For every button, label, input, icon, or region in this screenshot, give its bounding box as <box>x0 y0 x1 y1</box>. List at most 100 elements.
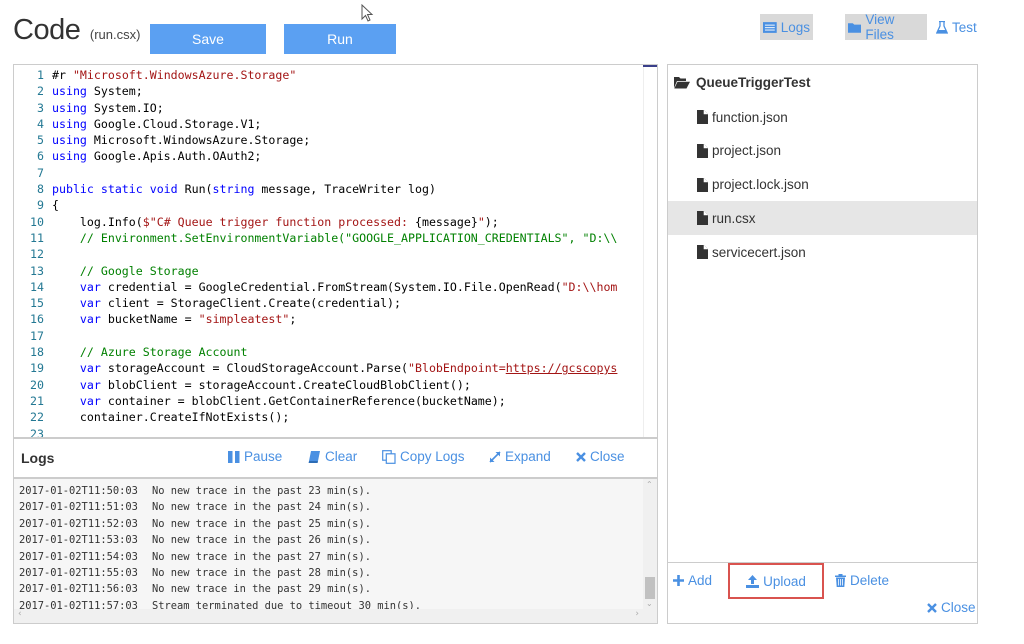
code-token: message, TraceWriter log) <box>254 182 436 197</box>
mouse-cursor-icon <box>361 4 374 22</box>
file-name: servicecert.json <box>712 244 806 260</box>
file-explorer: QueueTriggerTest function.json project.js… <box>667 64 978 624</box>
logs-toggle[interactable]: Logs <box>760 14 813 40</box>
code-token: ); <box>484 214 499 229</box>
line-number: 20 <box>30 377 44 392</box>
logs-output[interactable]: 2017-01-02T11:50:03 No new trace in the p… <box>13 478 658 624</box>
code-line[interactable]: 16 var bucketName = "simpleatest"; <box>14 311 617 327</box>
line-number: 15 <box>30 296 44 311</box>
line-text: log.Info($"C# Queue trigger function pro… <box>52 214 499 230</box>
line-text: var bucketName = "simpleatest"; <box>52 311 296 327</box>
delete-file-button[interactable]: Delete <box>835 573 889 588</box>
scroll-left-icon[interactable]: ‹ <box>18 609 22 619</box>
log-timestamp: 2017-01-02T11:55:03 <box>19 567 138 580</box>
code-line[interactable]: 1 #r "Microsoft.WindowsAzure.Storage" <box>14 67 617 83</box>
logs-icon <box>763 21 777 33</box>
code-line[interactable]: 5 using Microsoft.WindowsAzure.Storage; <box>14 132 617 148</box>
clear-button[interactable]: Clear <box>308 449 357 464</box>
code-line[interactable]: 2 using System; <box>14 83 617 99</box>
scroll-up-icon[interactable]: ⌃ <box>646 480 653 489</box>
log-timestamp: 2017-01-02T11:52:03 <box>19 517 138 530</box>
file-item[interactable]: servicecert.json <box>668 235 977 269</box>
save-button[interactable]: Save <box>150 24 266 54</box>
upload-button[interactable]: Upload <box>728 563 824 599</box>
code-line[interactable]: 14 var credential = GoogleCredential.Fro… <box>14 279 617 295</box>
code-line[interactable]: 20 var blobClient = storageAccount.Creat… <box>14 377 617 393</box>
pause-button[interactable]: Pause <box>228 449 282 464</box>
code-line[interactable]: 17 <box>14 328 617 344</box>
code-token: var <box>52 279 101 294</box>
code-line[interactable]: 10 log.Info($"C# Queue trigger function … <box>14 214 617 230</box>
code-line[interactable]: 15 var client = StorageClient.Create(cre… <box>14 295 617 311</box>
code-line[interactable]: 9{ <box>14 197 617 213</box>
close-files-button[interactable]: Close <box>927 600 976 615</box>
plus-icon <box>673 575 684 586</box>
code-token: {message} <box>414 214 478 229</box>
code-token: "simpleatest" <box>198 312 290 327</box>
log-lines: 2017-01-02T11:50:03 No new trace in the p… <box>19 483 421 614</box>
log-message: No new trace in the past 25 min(s). <box>152 517 371 530</box>
code-line[interactable]: 3 using System.IO; <box>14 100 617 116</box>
line-text: var client = StorageClient.Create(creden… <box>52 295 401 311</box>
code-line[interactable]: 19 var storageAccount = CloudStorageAcco… <box>14 360 617 376</box>
scroll-down-icon[interactable]: ⌄ <box>646 599 653 608</box>
add-file-button[interactable]: Add <box>673 573 712 588</box>
close-icon <box>576 451 586 462</box>
code-token: { <box>52 198 59 213</box>
folder-node[interactable]: QueueTriggerTest <box>674 75 811 90</box>
code-line[interactable]: 8 public static void Run(string message, … <box>14 181 617 197</box>
flask-icon <box>936 20 948 34</box>
line-text: var storageAccount = CloudStorageAccount… <box>52 360 618 376</box>
code-token: var <box>52 361 101 376</box>
file-item[interactable]: run.csx <box>668 201 977 236</box>
code-token: using <box>52 116 87 131</box>
line-text: var blobClient = storageAccount.CreateCl… <box>52 377 471 393</box>
file-name: project.lock.json <box>712 177 809 193</box>
logs-scroll-thumb[interactable] <box>645 577 655 599</box>
code-token: container = blobClient.GetContainerRefer… <box>100 393 506 408</box>
log-message: No new trace in the past 26 min(s). <box>152 534 371 547</box>
file-name: run.csx <box>712 210 756 226</box>
code-content[interactable]: 1 #r "Microsoft.WindowsAzure.Storage" 2 usi… <box>14 67 617 437</box>
code-editor[interactable]: 1 #r "Microsoft.WindowsAzure.Storage" 2 usi… <box>13 64 658 438</box>
file-item[interactable]: function.json <box>668 100 977 134</box>
folder-open-icon <box>674 77 690 89</box>
code-line[interactable]: 11 // Environment.SetEnvironmentVariable… <box>14 230 617 246</box>
line-number: 22 <box>30 410 44 425</box>
code-token: https://gcscopys <box>505 361 618 376</box>
test-label: Test <box>952 19 977 35</box>
editor-scrollbar[interactable] <box>643 67 657 437</box>
test-toggle[interactable]: Test <box>933 14 983 40</box>
run-button[interactable]: Run <box>284 24 396 54</box>
file-name: function.json <box>712 109 788 125</box>
code-token: storageAccount = CloudStorageAccount.Par… <box>100 361 408 376</box>
code-line[interactable]: 13 // Google Storage <box>14 263 617 279</box>
code-line[interactable]: 23 <box>14 426 617 437</box>
file-item[interactable]: project.lock.json <box>668 168 977 202</box>
code-line[interactable]: 18 // Azure Storage Account <box>14 344 617 360</box>
code-token: Run( <box>177 182 213 197</box>
scroll-right-icon[interactable]: › <box>635 609 639 619</box>
close-logs-button[interactable]: Close <box>576 449 625 464</box>
logs-horizontal-scrollbar[interactable]: ‹ › <box>14 609 657 623</box>
expand-button[interactable]: Expand <box>489 449 551 464</box>
code-token: log.Info( <box>52 214 143 229</box>
line-text: // Azure Storage Account <box>52 344 248 360</box>
code-line[interactable]: 7 <box>14 165 617 181</box>
file-icon <box>697 177 708 192</box>
eraser-icon <box>308 450 320 463</box>
file-item[interactable]: project.json <box>668 134 977 168</box>
line-text: #r "Microsoft.WindowsAzure.Storage" <box>52 67 296 83</box>
log-timestamp: 2017-01-02T11:50:03 <box>19 485 138 497</box>
line-text: public static void Run(string message, T… <box>52 181 436 197</box>
code-line[interactable]: 22 container.CreateIfNotExists(); <box>14 409 617 425</box>
code-line[interactable]: 12 <box>14 246 617 262</box>
close-files-label: Close <box>941 600 976 615</box>
view-files-toggle[interactable]: View Files <box>845 12 927 42</box>
code-line[interactable]: 4 using Google.Cloud.Storage.V1; <box>14 116 617 132</box>
copy-logs-button[interactable]: Copy Logs <box>382 449 465 464</box>
code-line[interactable]: 6 using Google.Apis.Auth.OAuth2; <box>14 148 617 164</box>
code-line[interactable]: 21 var container = blobClient.GetContain… <box>14 393 617 409</box>
log-entry: 2017-01-02T11:52:03 No new trace in the p… <box>19 516 421 532</box>
logs-vertical-scrollbar[interactable]: ⌃ ⌄ <box>643 479 657 609</box>
